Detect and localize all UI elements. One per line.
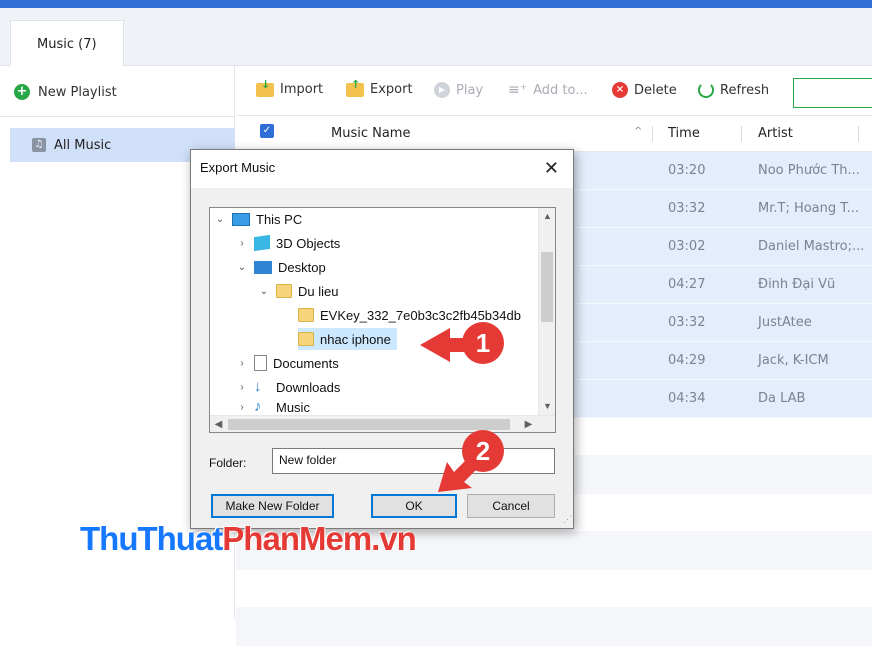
watermark-part-2: PhanMem.vn (222, 520, 417, 557)
watermark-part-1: ThuThuat (80, 520, 223, 557)
step-badge-2: 2 (462, 430, 504, 472)
watermark-logo: ThuThuatPhanMem.vn (80, 520, 417, 558)
step-badge-1: 1 (462, 322, 504, 364)
